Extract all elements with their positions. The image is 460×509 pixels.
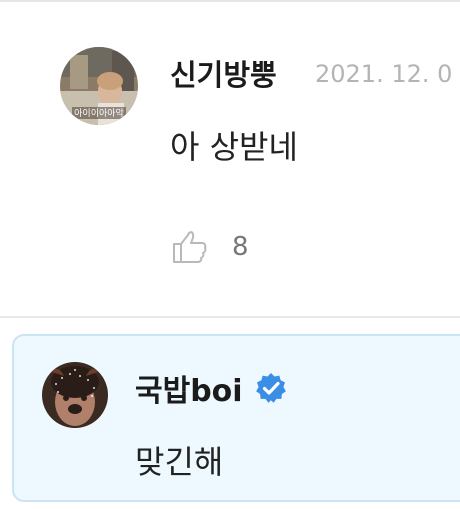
- avatar-caption: 아이이아아악: [74, 107, 124, 119]
- avatar[interactable]: [42, 362, 108, 428]
- comment-text: 아 상받네: [170, 128, 298, 166]
- comment-author[interactable]: 신기방뿡: [170, 52, 277, 94]
- verified-badge-icon: [255, 373, 286, 403]
- reply-text: 맞긴해: [135, 443, 224, 481]
- reply-author-row: 국밥boi: [135, 366, 287, 410]
- like-button[interactable]: 8: [170, 225, 249, 269]
- like-count: 8: [232, 232, 249, 262]
- avatar[interactable]: 아이이아아악: [60, 47, 138, 125]
- comment-divider: [0, 316, 460, 318]
- comment-date: 2021. 12. 0: [315, 60, 453, 88]
- reply-author[interactable]: 국밥boi: [135, 366, 243, 410]
- thumbs-up-icon[interactable]: [170, 227, 210, 267]
